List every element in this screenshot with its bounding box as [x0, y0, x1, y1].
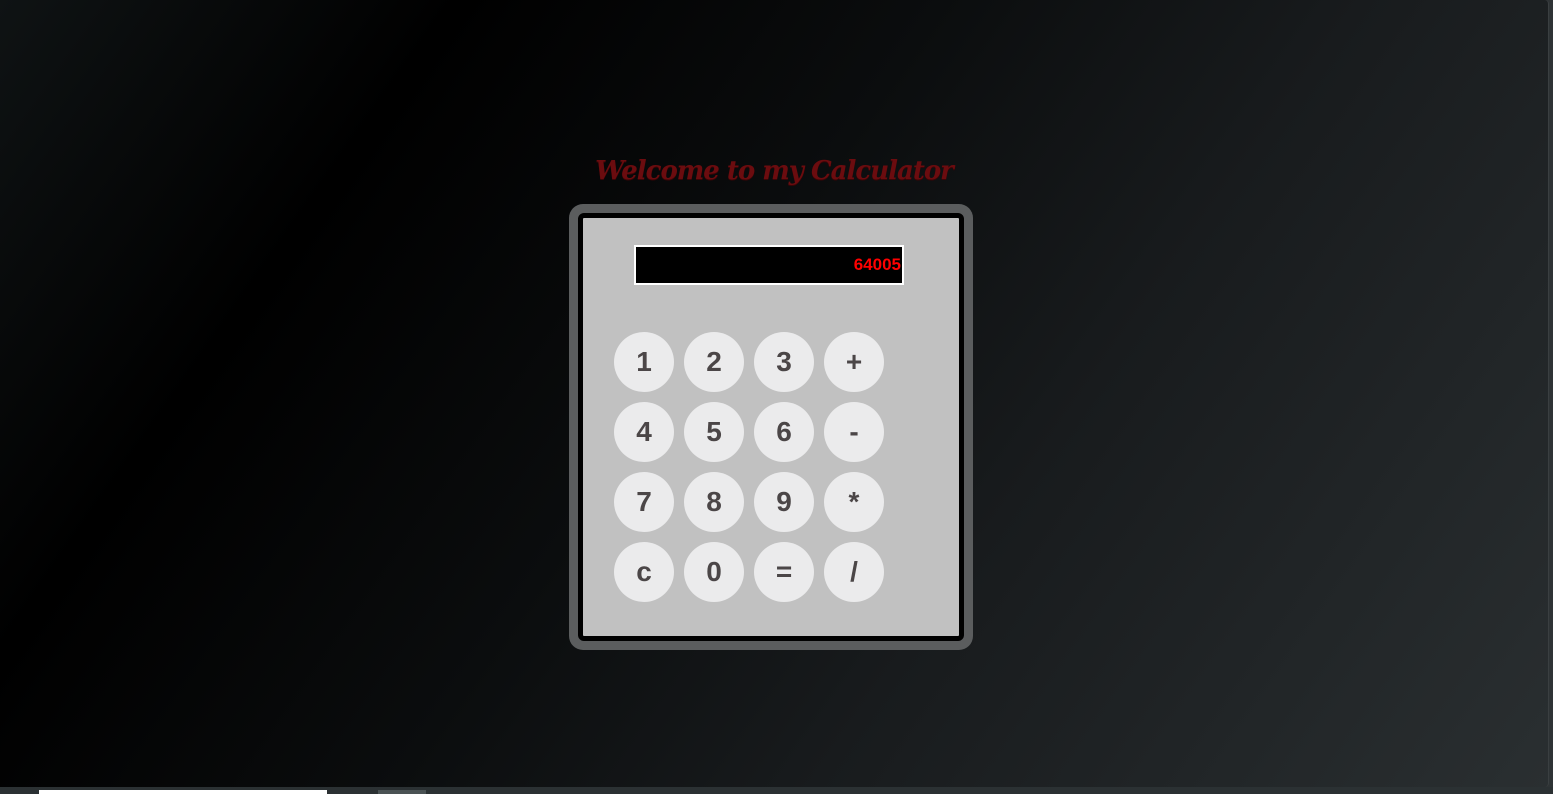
key-7[interactable]: 7 — [614, 472, 674, 532]
key-minus[interactable]: - — [824, 402, 884, 462]
taskbar — [0, 787, 1553, 794]
key-9[interactable]: 9 — [754, 472, 814, 532]
key-clear[interactable]: c — [614, 542, 674, 602]
key-6[interactable]: 6 — [754, 402, 814, 462]
calculator-display[interactable]: 64005 — [634, 245, 904, 285]
taskbar-active-tab[interactable] — [39, 790, 327, 794]
calculator-frame: 64005 1 2 3 + 4 5 6 - 7 8 9 * c 0 = / — [569, 204, 973, 650]
key-2[interactable]: 2 — [684, 332, 744, 392]
key-divide[interactable]: / — [824, 542, 884, 602]
key-equals[interactable]: = — [754, 542, 814, 602]
key-0[interactable]: 0 — [684, 542, 744, 602]
taskbar-tab[interactable] — [378, 790, 426, 794]
page-title: Welcome to my Calculator — [595, 156, 954, 186]
key-3[interactable]: 3 — [754, 332, 814, 392]
key-5[interactable]: 5 — [684, 402, 744, 462]
key-plus[interactable]: + — [824, 332, 884, 392]
page-viewport: Welcome to my Calculator 64005 1 2 3 + 4… — [0, 0, 1549, 787]
key-1[interactable]: 1 — [614, 332, 674, 392]
calculator-body: 64005 1 2 3 + 4 5 6 - 7 8 9 * c 0 = / — [578, 213, 964, 641]
key-multiply[interactable]: * — [824, 472, 884, 532]
keypad: 1 2 3 + 4 5 6 - 7 8 9 * c 0 = / — [614, 332, 884, 602]
key-4[interactable]: 4 — [614, 402, 674, 462]
key-8[interactable]: 8 — [684, 472, 744, 532]
